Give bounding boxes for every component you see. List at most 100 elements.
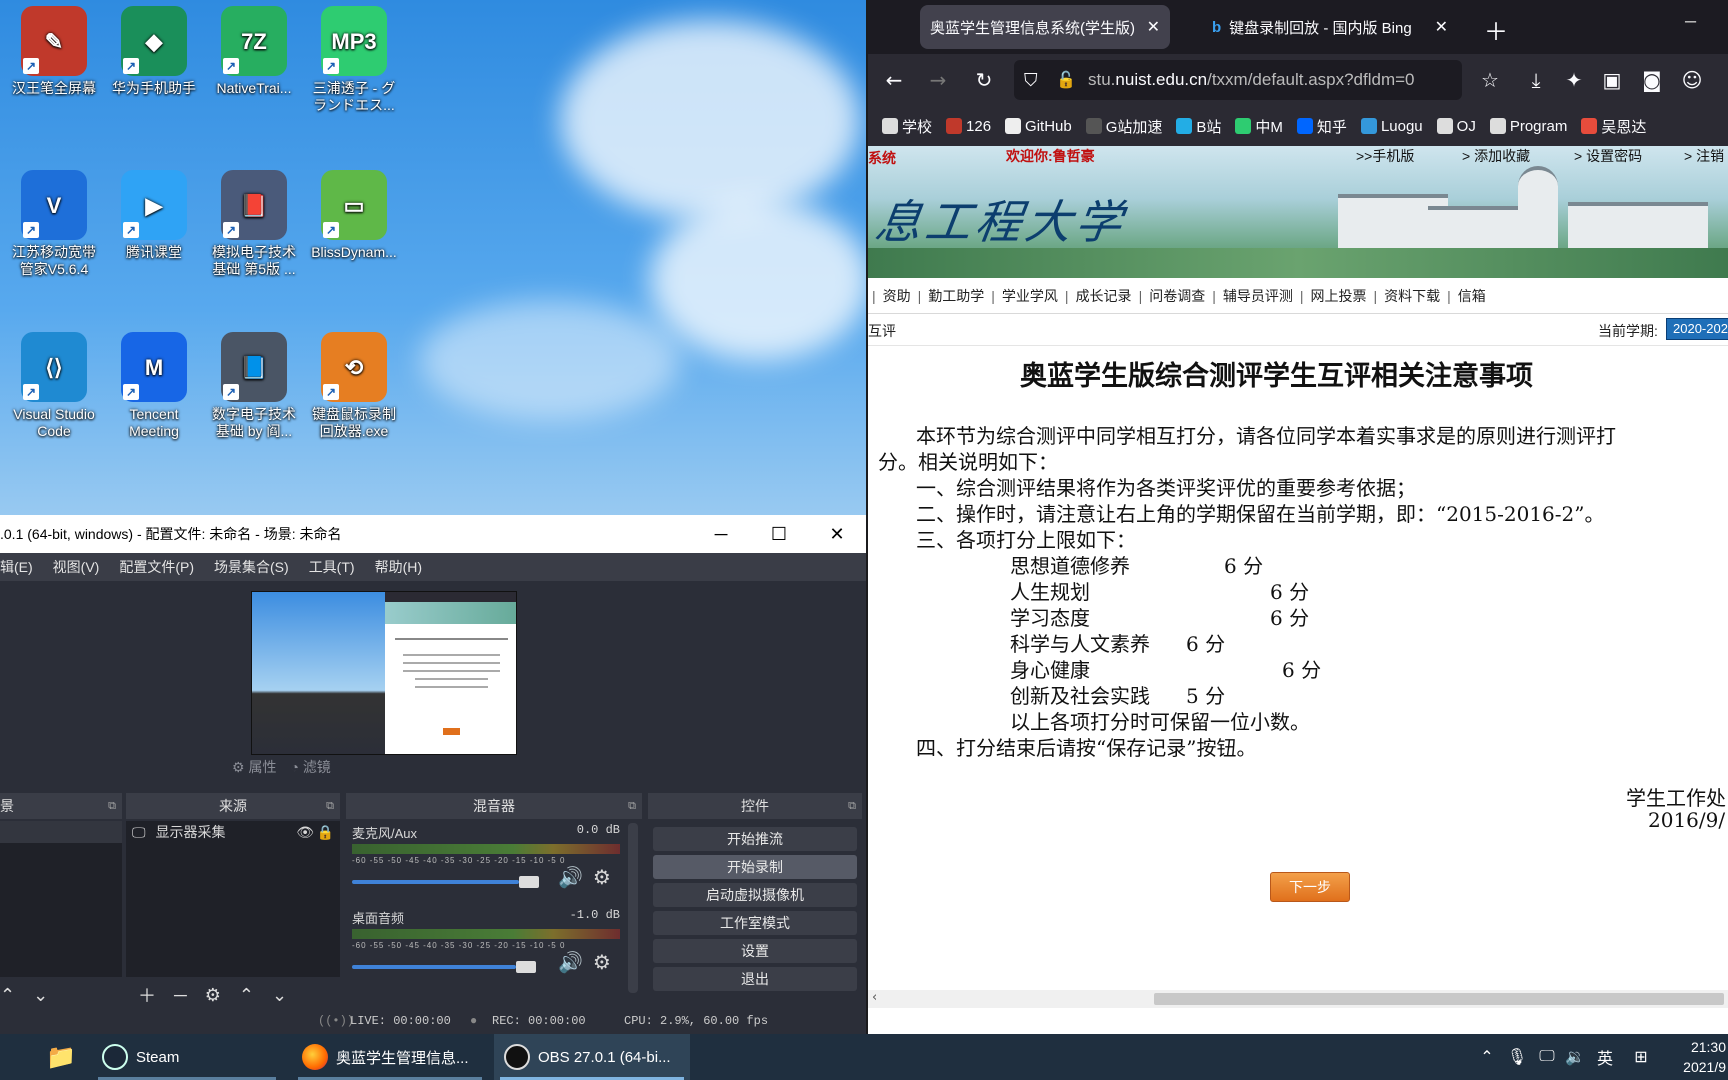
account-icon[interactable]: ☺ [1676, 54, 1708, 106]
desktop-icon[interactable]: 7Z ↗ NativeTrai... [206, 6, 302, 97]
speaker-icon[interactable]: 🔊 [558, 950, 583, 975]
gear-icon[interactable]: ⚙ [593, 865, 611, 890]
popout-icon[interactable]: ⧉ [848, 793, 856, 819]
properties-button[interactable]: ⚙ 属性 [232, 757, 276, 777]
lock-icon[interactable]: 🔓 [1056, 70, 1076, 90]
obs-titlebar[interactable]: .0.1 (64-bit, windows) - 配置文件: 未命名 - 场景:… [0, 515, 866, 553]
nav-link[interactable]: 网上投票 [1310, 286, 1366, 306]
tray-chevron-up-icon[interactable]: ⌃ [1476, 1034, 1498, 1080]
screenshot-icon[interactable]: ▣ [1596, 54, 1628, 106]
nav-link[interactable]: 资料下载 [1384, 286, 1440, 306]
forward-icon[interactable]: → [922, 54, 954, 106]
clock[interactable]: 21:30 2021/9 [1664, 1034, 1728, 1080]
menu-view[interactable]: 视图(V) [53, 557, 100, 577]
bookmark-item[interactable]: OJ [1436, 118, 1476, 135]
bookmark-item[interactable]: 吴恩达 [1581, 116, 1646, 137]
password-link[interactable]: > 设置密码 [1574, 146, 1642, 166]
settings-button[interactable]: 设置 [653, 939, 857, 963]
popout-icon[interactable]: ⧉ [326, 793, 334, 819]
popout-icon[interactable]: ⧉ [108, 793, 116, 819]
chevron-down-icon[interactable]: ⌄ [33, 985, 48, 1006]
sources-list[interactable]: 🖵 显示器采集 👁 🔒 [126, 821, 340, 977]
nav-link[interactable]: 辅导员评测 [1223, 286, 1293, 306]
menu-help[interactable]: 帮助(H) [375, 557, 422, 577]
gear-icon[interactable]: ⚙ [593, 950, 611, 975]
shield-icon[interactable]: ⛉ [1024, 70, 1038, 91]
chevron-left-icon[interactable]: ‹ [872, 990, 877, 1005]
desktop-icon[interactable]: 📕 ↗ 模拟电子技术基础 第5版 ... [206, 170, 302, 278]
tab-bing[interactable]: b 键盘录制回放 - 国内版 Bing ✕ [1202, 5, 1458, 49]
reload-icon[interactable]: ↻ [968, 54, 1000, 106]
desktop-icon[interactable]: MP3 ↗ 三浦透子 - グランドエス... [306, 6, 402, 114]
nav-link[interactable]: 学业学风 [1002, 286, 1058, 306]
new-tab-icon[interactable]: ＋ [1484, 12, 1508, 47]
taskbar-explorer[interactable]: 📁 [36, 1034, 80, 1080]
logout-link[interactable]: > 注销 [1684, 146, 1724, 166]
next-step-button[interactable]: 下一步 [1270, 872, 1350, 902]
keyboard-icon[interactable]: ⊞ [1628, 1034, 1654, 1080]
close-tab-icon[interactable]: ✕ [1435, 17, 1448, 37]
bookmark-item[interactable]: 学校 [882, 116, 932, 137]
mixer-scrollbar[interactable] [628, 823, 638, 993]
source-item[interactable]: 🖵 显示器采集 👁 🔒 [126, 821, 340, 843]
bookmark-item[interactable]: 126 [946, 118, 991, 135]
nav-link[interactable]: 成长记录 [1076, 286, 1132, 306]
favorite-link[interactable]: > 添加收藏 [1462, 146, 1530, 166]
desktop-icon[interactable]: ▶ ↗ 腾讯课堂 [106, 170, 202, 261]
taskbar-firefox[interactable]: 奥蓝学生管理信息... [292, 1034, 488, 1080]
eye-icon[interactable]: 👁 [296, 824, 314, 841]
maximize-icon[interactable]: ☐ [750, 515, 808, 553]
minimize-icon[interactable]: ─ [692, 515, 750, 553]
scenes-list[interactable] [0, 821, 122, 977]
menu-tools[interactable]: 工具(T) [309, 557, 355, 577]
ime-indicator[interactable]: 英 [1592, 1034, 1618, 1080]
window-minimize-icon[interactable]: ─ [1685, 12, 1696, 33]
desktop-icon[interactable]: V ↗ 江苏移动宽带管家V5.6.4 [6, 170, 102, 278]
nav-link[interactable]: 资助 [883, 286, 911, 306]
bookmark-item[interactable]: B站 [1176, 116, 1221, 137]
bookmark-item[interactable]: Luogu [1360, 118, 1423, 135]
extension-icon[interactable]: ✦ [1558, 54, 1590, 106]
network-icon[interactable]: 🖵 [1534, 1034, 1560, 1080]
bookmark-item[interactable]: Program [1489, 118, 1567, 135]
start-recording-button[interactable]: 开始录制 [653, 855, 857, 879]
start-virtual-camera-button[interactable]: 启动虚拟摄像机 [653, 883, 857, 907]
back-icon[interactable]: ← [878, 54, 910, 106]
chevron-up-icon[interactable]: ⌃ [239, 985, 254, 1006]
reader-icon[interactable]: ◙ [1636, 54, 1668, 106]
studio-mode-button[interactable]: 工作室模式 [653, 911, 857, 935]
bookmark-item[interactable]: GitHub [1005, 118, 1072, 135]
desktop-icon[interactable]: 📘 ↗ 数字电子技术基础 by 阎... [206, 332, 302, 440]
close-tab-icon[interactable]: ✕ [1147, 17, 1160, 37]
lock-icon[interactable]: 🔒 [317, 824, 334, 841]
bookmark-item[interactable]: 知乎 [1296, 116, 1347, 137]
menu-edit[interactable]: 辑(E) [0, 557, 33, 577]
bookmark-item[interactable]: G站加速 [1085, 116, 1162, 137]
menu-profile[interactable]: 配置文件(P) [119, 557, 194, 577]
chevron-up-icon[interactable]: ⌃ [0, 985, 15, 1006]
desktop-icon[interactable]: ⟲ ↗ 键盘鼠标录制回放器.exe [306, 332, 402, 440]
taskbar-steam[interactable]: Steam [92, 1034, 282, 1080]
star-icon[interactable]: ☆ [1474, 54, 1506, 106]
close-icon[interactable]: ✕ [808, 515, 866, 553]
desktop-icon[interactable]: ▭ ↗ BlissDynam... [306, 170, 402, 261]
taskbar-obs[interactable]: OBS 27.0.1 (64-bi... [494, 1034, 690, 1080]
obs-preview[interactable] [251, 591, 517, 755]
menu-scene-collection[interactable]: 场景集合(S) [214, 557, 289, 577]
bookmark-item[interactable]: 中M [1235, 116, 1283, 137]
gear-icon[interactable]: ⚙ [205, 985, 221, 1006]
tab-active[interactable]: 奥蓝学生管理信息系统(学生版) ✕ [920, 5, 1170, 49]
nav-link[interactable]: 勤工助学 [928, 286, 984, 306]
nav-link[interactable]: 信箱 [1458, 286, 1486, 306]
volume-slider[interactable] [352, 960, 548, 973]
volume-slider[interactable] [352, 875, 548, 888]
desktop-icon[interactable]: M ↗ Tencent Meeting [106, 332, 202, 440]
desktop-icon[interactable]: ⟨⟩ ↗ Visual Studio Code [6, 332, 102, 440]
mobile-link[interactable]: >>手机版 [1356, 146, 1414, 166]
horizontal-scrollbar[interactable]: ‹ [868, 990, 1728, 1008]
add-icon[interactable]: ＋ [138, 982, 156, 1008]
slider-knob[interactable] [519, 875, 540, 888]
desktop-icon[interactable]: ◆ ↗ 华为手机助手 [106, 6, 202, 97]
scroll-thumb[interactable] [1154, 993, 1724, 1005]
term-select[interactable]: 2020-202 [1666, 318, 1728, 340]
